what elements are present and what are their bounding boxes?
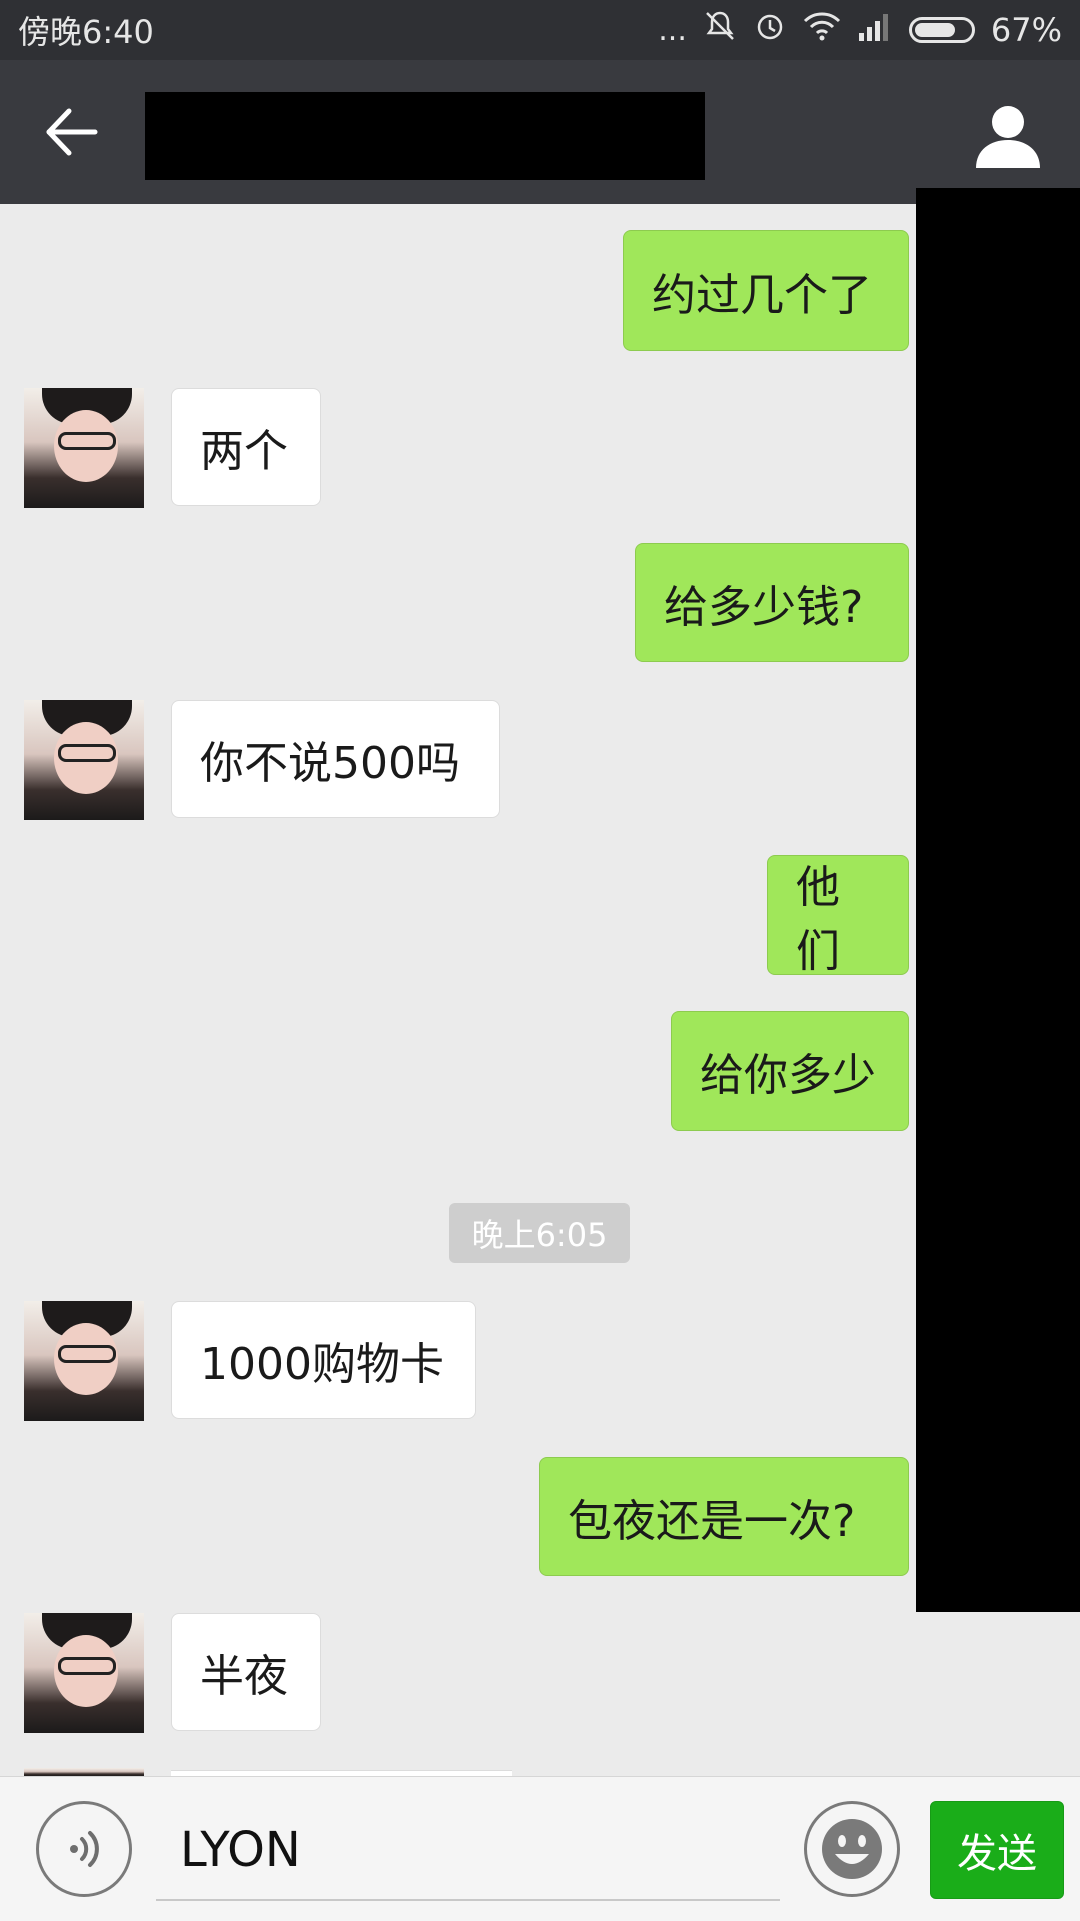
status-time: 傍晚6:40 [18, 13, 154, 51]
send-button[interactable]: 发送 [930, 1801, 1064, 1899]
silent-icon [703, 9, 737, 51]
message-text: 半夜 [200, 1651, 288, 1702]
their-message-bubble[interactable]: 两个 [171, 388, 321, 506]
contact-avatar[interactable] [24, 1301, 144, 1421]
battery-percent: 67% [990, 11, 1062, 49]
message-text: 你不说500吗 [200, 738, 460, 789]
voice-icon [70, 1831, 99, 1867]
emoji-icon [822, 1819, 882, 1879]
message-text: 约过几个了 [652, 269, 872, 321]
arrow-left-icon [46, 108, 98, 156]
signal-icon [857, 11, 893, 49]
message-text: 1000购物卡 [200, 1339, 444, 1390]
message-text: 他们 [796, 862, 840, 977]
my-message-bubble[interactable]: 给多少钱? [635, 543, 909, 662]
contact-avatar [24, 1768, 144, 1776]
alarm-icon [753, 9, 787, 51]
input-bar: 发送 [0, 1776, 1080, 1921]
my-message-bubble[interactable]: 他们 [767, 855, 909, 977]
my-message-bubble[interactable]: 包夜还是一次? [539, 1457, 909, 1576]
my-message-bubble[interactable]: 约过几个了 [623, 230, 909, 351]
profile-button[interactable] [972, 100, 1044, 172]
emoji-button[interactable] [804, 1801, 900, 1897]
their-message-bubble[interactable]: 1000购物卡 [171, 1301, 476, 1419]
their-message-bubble[interactable]: 半夜 [171, 1613, 321, 1731]
status-icons: ... 67% [658, 9, 1062, 51]
more-dots-icon: ... [658, 12, 687, 48]
message-timestamp: 晚上6:05 [449, 1203, 630, 1263]
message-input[interactable] [156, 1801, 780, 1901]
voice-button[interactable] [36, 1801, 132, 1897]
battery-icon [908, 17, 975, 43]
redaction-block [916, 188, 1080, 1612]
contact-avatar[interactable] [24, 388, 144, 508]
back-button[interactable] [36, 100, 106, 164]
message-text: 给你多少 [700, 1050, 876, 1101]
chat-header [0, 60, 1080, 204]
message-text: 给多少钱? [664, 581, 864, 633]
wifi-icon [803, 11, 841, 49]
contact-avatar[interactable] [24, 1613, 144, 1733]
redacted-chat-title [145, 92, 705, 180]
my-message-bubble[interactable]: 给你多少 [671, 1011, 909, 1131]
their-message-bubble[interactable]: 你不说500吗 [171, 700, 500, 818]
contact-avatar[interactable] [24, 700, 144, 820]
message-text: 两个 [200, 426, 288, 477]
status-bar: 傍晚6:40 ... 67% [0, 0, 1080, 60]
message-text: 包夜还是一次? [568, 1495, 856, 1547]
person-icon [976, 106, 1040, 168]
